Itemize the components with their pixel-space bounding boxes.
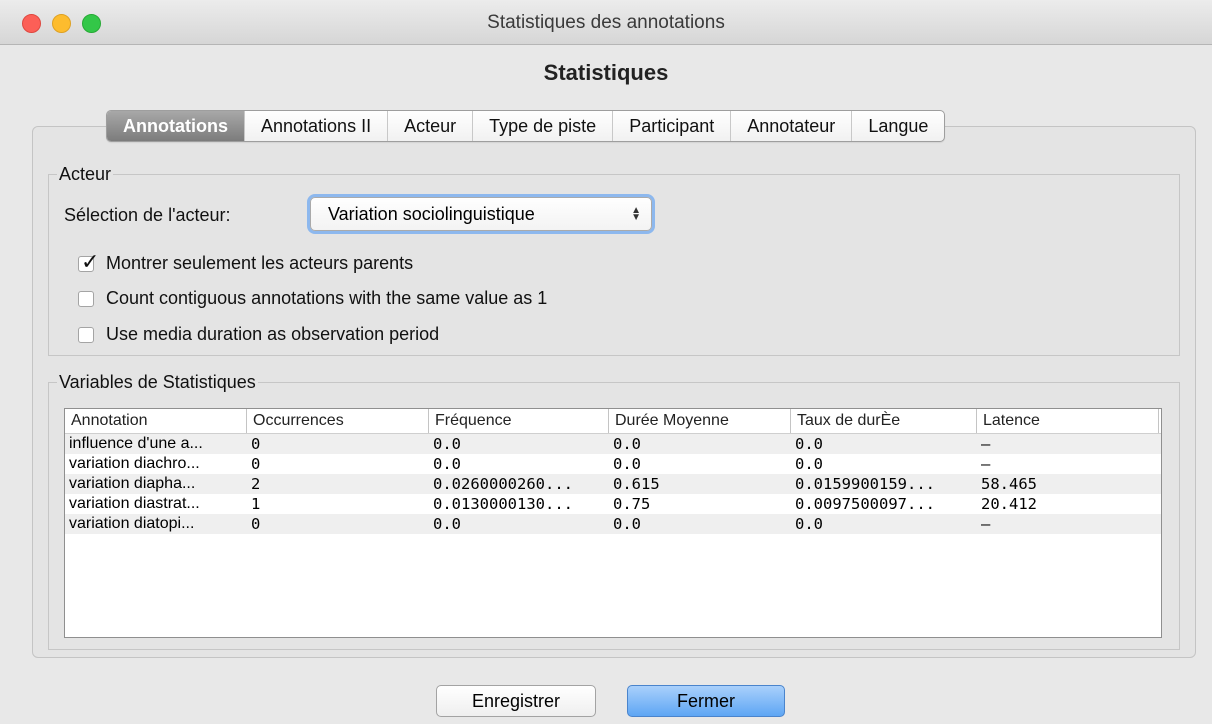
table-cell: 0.0 bbox=[433, 515, 461, 533]
table-cell: 0.0 bbox=[433, 435, 461, 453]
tab-annotateur[interactable]: Annotateur bbox=[731, 111, 853, 141]
tab-langue[interactable]: Langue bbox=[852, 111, 944, 141]
table-header: Annotation Occurrences Fréquence Durée M… bbox=[65, 409, 1161, 434]
table-cell: 0.0130000130... bbox=[433, 495, 573, 513]
table-cell: 0.75 bbox=[613, 495, 651, 513]
checkmark-icon: ✓ bbox=[81, 249, 100, 274]
table-row[interactable]: variation diastrat... 1 0.0130000130... … bbox=[65, 494, 1161, 514]
tab-bar: Annotations Annotations II Acteur Type d… bbox=[106, 110, 946, 142]
table-cell: 0.0097500097... bbox=[795, 495, 935, 513]
table-cell: 0 bbox=[251, 515, 261, 533]
table-cell: 20.412 bbox=[981, 495, 1037, 513]
table-row[interactable]: variation diatopi... 0 0.0 0.0 0.0 – bbox=[65, 514, 1161, 534]
table-cell: 0.0 bbox=[613, 455, 641, 473]
column-header[interactable]: Latence bbox=[977, 409, 1159, 433]
table-cell: variation diastrat... bbox=[69, 495, 200, 512]
column-header[interactable]: Durée Moyenne bbox=[609, 409, 791, 433]
tab-annotations[interactable]: Annotations bbox=[107, 111, 245, 141]
table-row[interactable]: variation diapha... 2 0.0260000260... 0.… bbox=[65, 474, 1161, 494]
column-header[interactable]: Occurrences bbox=[247, 409, 429, 433]
table-cell: 0.615 bbox=[613, 475, 660, 493]
table-cell: 0.0 bbox=[795, 455, 823, 473]
table-cell: 1 bbox=[251, 495, 261, 513]
table-cell: 0 bbox=[251, 455, 261, 473]
column-header[interactable]: Taux de durÈe bbox=[791, 409, 977, 433]
actor-select[interactable]: Variation sociolinguistique ▲ ▼ bbox=[310, 197, 652, 231]
stats-group-legend: Variables de Statistiques bbox=[59, 372, 256, 392]
table-cell: – bbox=[981, 455, 991, 473]
media-duration-checkbox[interactable] bbox=[78, 327, 94, 343]
window-title: Statistiques des annotations bbox=[487, 12, 725, 33]
updown-arrows-icon: ▲ ▼ bbox=[631, 205, 641, 223]
close-button[interactable]: Fermer bbox=[627, 685, 785, 717]
table-body: influence d'une a... 0 0.0 0.0 0.0 – var… bbox=[65, 434, 1161, 534]
actor-select-label: Sélection de l'acteur: bbox=[64, 205, 231, 225]
media-duration-label[interactable]: Use media duration as observation period bbox=[106, 324, 439, 345]
table-cell: – bbox=[981, 435, 991, 453]
table-row[interactable]: influence d'une a... 0 0.0 0.0 0.0 – bbox=[65, 434, 1161, 454]
table-cell: 58.465 bbox=[981, 475, 1037, 493]
tab-type-de-piste[interactable]: Type de piste bbox=[473, 111, 614, 141]
table-cell: influence d'une a... bbox=[69, 435, 203, 452]
table-cell: variation diachro... bbox=[69, 455, 200, 472]
table-cell: 0.0 bbox=[795, 515, 823, 533]
table-cell: – bbox=[981, 515, 991, 533]
table-cell: 0.0 bbox=[613, 515, 641, 533]
table-cell: variation diapha... bbox=[69, 475, 196, 492]
table-cell: 0.0159900159... bbox=[795, 475, 935, 493]
tab-acteur[interactable]: Acteur bbox=[388, 111, 474, 141]
tab-participant[interactable]: Participant bbox=[613, 111, 732, 141]
table-cell: 0 bbox=[251, 435, 261, 453]
column-header[interactable]: Fréquence bbox=[429, 409, 609, 433]
table-cell: 0.0 bbox=[433, 455, 461, 473]
parents-only-checkbox[interactable]: ✓ bbox=[78, 249, 99, 274]
count-contiguous-label[interactable]: Count contiguous annotations with the sa… bbox=[106, 288, 547, 309]
parents-only-label[interactable]: Montrer seulement les acteurs parents bbox=[106, 253, 413, 274]
tab-annotations-ii[interactable]: Annotations II bbox=[245, 111, 389, 141]
table-cell: 0.0 bbox=[795, 435, 823, 453]
save-button[interactable]: Enregistrer bbox=[436, 685, 596, 717]
table-cell: 0.0 bbox=[613, 435, 641, 453]
window-titlebar: Statistiques des annotations bbox=[0, 0, 1212, 45]
table-cell: variation diatopi... bbox=[69, 515, 195, 532]
actor-select-value: Variation sociolinguistique bbox=[328, 204, 535, 224]
table-cell: 2 bbox=[251, 475, 261, 493]
table-row[interactable]: variation diachro... 0 0.0 0.0 0.0 – bbox=[65, 454, 1161, 474]
page-title: Statistiques bbox=[543, 60, 669, 85]
acteur-group-legend: Acteur bbox=[59, 164, 112, 184]
count-contiguous-checkbox[interactable] bbox=[78, 291, 94, 307]
statistics-table[interactable]: Annotation Occurrences Fréquence Durée M… bbox=[64, 408, 1162, 638]
column-header[interactable]: Annotation bbox=[65, 409, 247, 433]
table-cell: 0.0260000260... bbox=[433, 475, 573, 493]
